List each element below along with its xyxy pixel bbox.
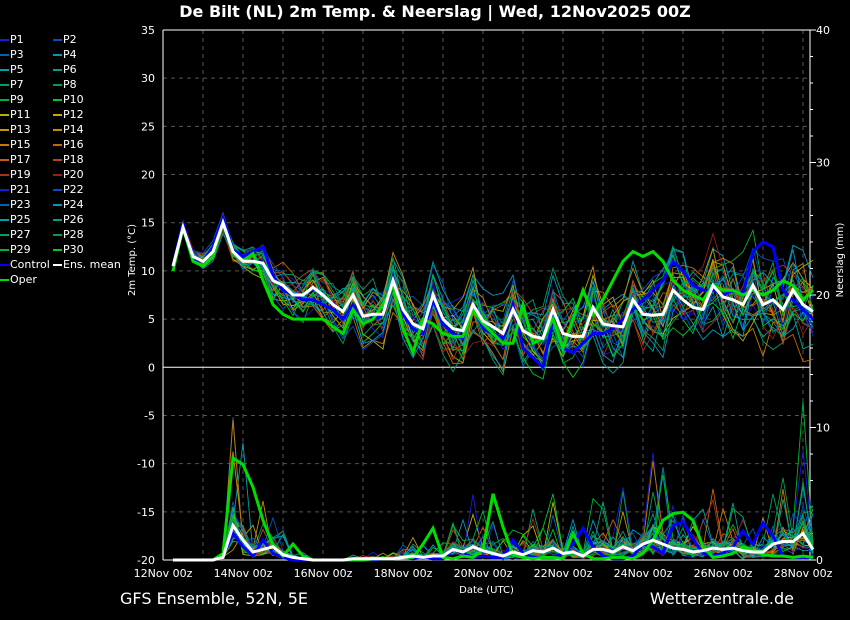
y-tick-label: 5	[148, 313, 155, 326]
x-tick-label: 12Nov 00z	[134, 567, 193, 580]
x-tick-label: 28Nov 00z	[774, 567, 833, 580]
chart: 35 30 25 20 15 10 5 0 -5 -10 -15 -20 40 30 20 10 0 12Nov …	[127, 24, 846, 596]
x-tick-label: 26Nov 00z	[694, 567, 753, 580]
y2-tick-label: 30	[816, 157, 830, 170]
y-tick-label: 0	[148, 361, 155, 374]
x-tick-label: 18Nov 00z	[374, 567, 433, 580]
y2-tick-label: 20	[816, 289, 830, 302]
y2-tick-label: 10	[816, 422, 830, 435]
x-axis-label: Date (UTC)	[459, 585, 514, 596]
x-tick-label: 24Nov 00z	[614, 567, 673, 580]
y-tick-label: 15	[141, 217, 155, 230]
x-tick-label: 16Nov 00z	[294, 567, 353, 580]
member-temp-line-p7	[172, 225, 814, 376]
y-tick-label: -15	[137, 506, 155, 519]
x-tick-label: 22Nov 00z	[534, 567, 593, 580]
y-axis-label: 2m Temp. (°C)	[127, 224, 138, 296]
y2-tick-label: 0	[816, 554, 823, 567]
y2-tick-label: 40	[816, 24, 830, 37]
y-tick-label: 35	[141, 24, 155, 37]
y2-axis-label: Neerslag (mm)	[835, 222, 846, 297]
source-credit: Wetterzentrale.de	[649, 589, 794, 608]
model-info: GFS Ensemble, 52N, 5E	[120, 589, 308, 608]
y-tick-label: -5	[144, 409, 155, 422]
y-tick-label: -20	[137, 554, 155, 567]
x-tick-label: 20Nov 00z	[454, 567, 513, 580]
y-tick-label: 20	[141, 169, 155, 182]
y-tick-label: 25	[141, 120, 155, 133]
y-tick-label: 10	[141, 265, 155, 278]
y-tick-label: 30	[141, 72, 155, 85]
y-tick-label: -10	[137, 458, 155, 471]
x-tick-label: 14Nov 00z	[214, 567, 273, 580]
